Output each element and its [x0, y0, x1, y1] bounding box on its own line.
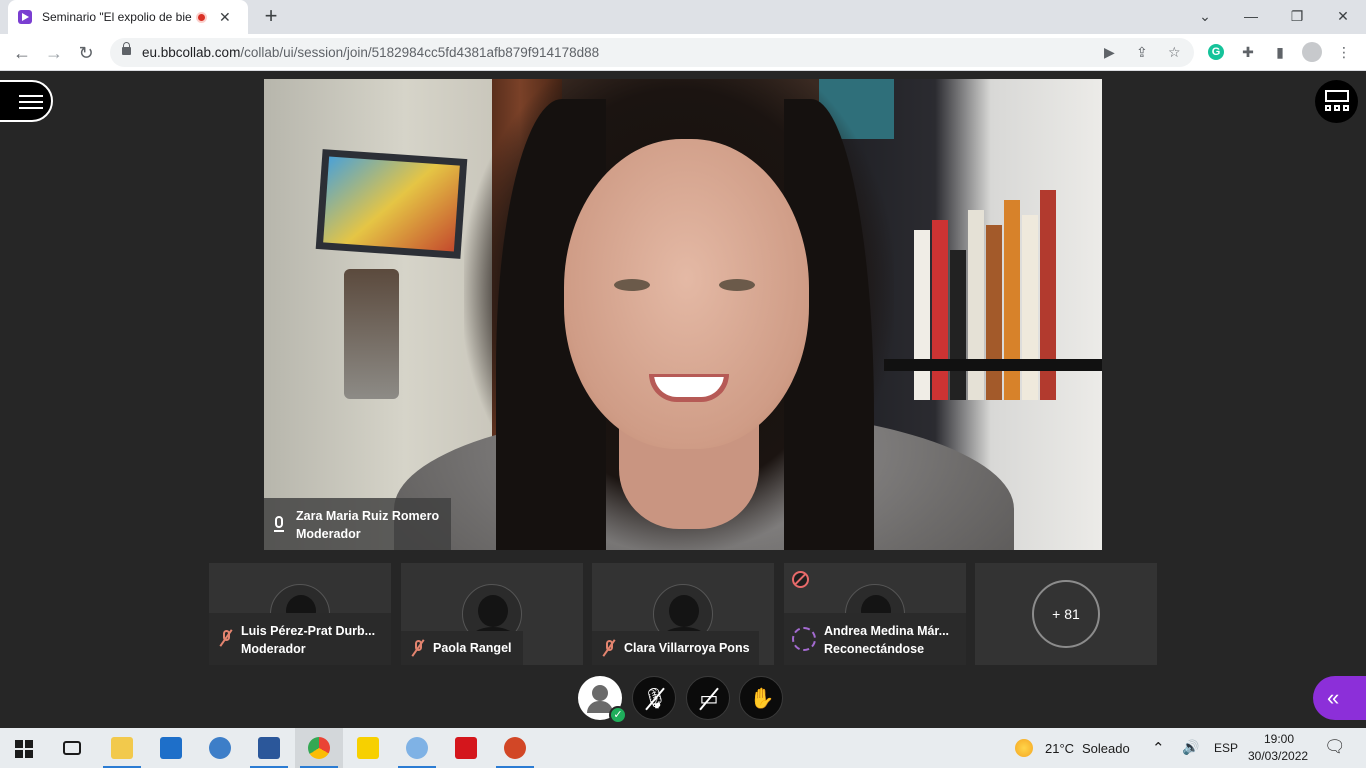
taskbar-powerpoint[interactable]: [491, 728, 539, 768]
reload-icon[interactable]: ↻: [74, 41, 98, 65]
new-tab-button[interactable]: +: [260, 5, 282, 27]
reconnecting-spinner-icon: [792, 627, 816, 651]
participant-name: Andrea Medina Már...: [824, 624, 950, 638]
collaborate-favicon-icon: [18, 10, 32, 24]
task-view-button[interactable]: [48, 728, 96, 768]
lock-icon: [122, 42, 131, 55]
taskbar-chrome[interactable]: [295, 728, 343, 768]
sticky-notes-icon: [357, 737, 379, 759]
microphone-muted-icon: [411, 639, 425, 657]
notifications-icon[interactable]: 🗨: [1324, 737, 1346, 757]
weather-condition[interactable]: Soleado: [1082, 741, 1130, 756]
participant-tile[interactable]: Andrea Medina Már... Reconectándose: [784, 563, 966, 665]
browser-tab[interactable]: Seminario "El expolio de bie ✕: [8, 0, 248, 34]
paint-palette-icon: [406, 737, 428, 759]
extensions-puzzle-icon[interactable]: ✚: [1238, 42, 1258, 62]
speaker-role: Moderador: [296, 527, 361, 541]
more-participants-tile[interactable]: + 81: [975, 563, 1157, 665]
minimize-button[interactable]: —: [1228, 4, 1274, 28]
participant-status: Reconectándose: [824, 642, 925, 656]
browser-menu-icon[interactable]: ⋮: [1334, 42, 1354, 62]
speaker-name-badge: Zara Maria Ruiz Romero Moderador: [264, 498, 451, 550]
layout-switch-button[interactable]: [1315, 80, 1358, 123]
browser-titlebar: Seminario "El expolio de bie ✕ + ⌄ — ❐ ✕: [0, 0, 1366, 34]
raise-hand-button[interactable]: ✋: [739, 676, 783, 720]
globe-icon: [209, 737, 231, 759]
volume-icon[interactable]: 🔊: [1182, 739, 1199, 756]
weather-sun-icon: [1015, 739, 1033, 757]
input-language[interactable]: ESP: [1214, 741, 1238, 755]
main-speaker-video: Zara Maria Ruiz Romero Moderador: [264, 79, 1102, 550]
camera-toggle-button[interactable]: ▭: [686, 676, 730, 720]
weather-temperature[interactable]: 21°C: [1045, 741, 1074, 756]
task-view-icon: [63, 741, 81, 755]
status-available-icon: ✓: [609, 706, 627, 724]
open-collaborate-panel-button[interactable]: «: [1313, 676, 1366, 720]
address-bar[interactable]: eu.bbcollab.com/collab/ui/session/join/5…: [110, 38, 1194, 67]
camera-in-use-icon[interactable]: ▶: [1104, 44, 1115, 61]
restore-button[interactable]: ❐: [1274, 4, 1320, 28]
browser-toolbar: ← → ↻ eu.bbcollab.com/collab/ui/session/…: [0, 34, 1366, 71]
microphone-icon: [274, 516, 284, 532]
acrobat-icon: [455, 737, 477, 759]
participant-tile[interactable]: Clara Villarroya Pons: [592, 563, 774, 665]
tab-search-button[interactable]: ⌄: [1182, 4, 1228, 28]
word-icon: [258, 737, 280, 759]
collaborate-session: Zara Maria Ruiz Romero Moderador Luis Pé…: [0, 71, 1366, 728]
blocked-icon: [792, 571, 809, 588]
bookmark-star-icon[interactable]: ☆: [1168, 44, 1181, 61]
chrome-icon: [308, 737, 330, 759]
back-arrow-icon[interactable]: ←: [10, 41, 34, 65]
share-icon[interactable]: ⇪: [1136, 44, 1148, 61]
tab-close-icon[interactable]: ✕: [219, 9, 231, 26]
close-window-button[interactable]: ✕: [1320, 4, 1366, 28]
side-panel-icon[interactable]: ▮: [1270, 42, 1290, 62]
participant-tile[interactable]: Paola Rangel: [401, 563, 583, 665]
taskbar-word[interactable]: [245, 728, 293, 768]
taskbar-sticky-notes[interactable]: [344, 728, 392, 768]
participant-name: Clara Villarroya Pons: [624, 641, 750, 655]
speaker-name: Zara Maria Ruiz Romero: [296, 509, 440, 523]
magazine-holder: [344, 269, 399, 399]
mail-icon: [160, 737, 182, 759]
powerpoint-icon: [504, 737, 526, 759]
participant-tile[interactable]: Luis Pérez-Prat Durb... Moderador: [209, 563, 391, 665]
wall-painting: [315, 149, 468, 259]
session-menu-button[interactable]: [0, 80, 53, 122]
taskbar-file-explorer[interactable]: [98, 728, 146, 768]
participant-role: Moderador: [241, 642, 306, 656]
speaker-face: [564, 139, 809, 449]
show-hidden-icons-chevron-icon[interactable]: ⌃: [1152, 739, 1165, 757]
my-status-button[interactable]: ✓: [578, 676, 627, 724]
taskbar-paint[interactable]: [393, 728, 441, 768]
profile-avatar-icon[interactable]: [1302, 42, 1322, 62]
hand-icon: ✋: [749, 688, 775, 710]
double-chevron-left-icon: «: [1327, 685, 1340, 710]
clock-date[interactable]: 30/03/2022: [1248, 749, 1308, 763]
taskbar-mail[interactable]: [147, 728, 195, 768]
participant-name: Paola Rangel: [433, 641, 512, 655]
folder-icon: [111, 737, 133, 759]
taskbar-vpn[interactable]: [196, 728, 244, 768]
start-button[interactable]: [0, 728, 48, 768]
clock-time[interactable]: 19:00: [1264, 732, 1294, 746]
recording-indicator-icon: [196, 11, 207, 23]
more-participants-count: + 81: [1032, 580, 1100, 648]
participant-name: Luis Pérez-Prat Durb...: [241, 624, 376, 638]
microphone-toggle-button[interactable]: 🎙: [632, 676, 676, 720]
windows-logo-icon: [15, 740, 33, 758]
forward-arrow-icon[interactable]: →: [42, 41, 66, 65]
windows-taskbar: 21°C Soleado ⌃ 🔊 ESP 19:00 30/03/2022 🗨: [0, 728, 1366, 768]
grammarly-extension-icon[interactable]: G: [1208, 44, 1224, 60]
url-text[interactable]: eu.bbcollab.com/collab/ui/session/join/5…: [142, 45, 599, 60]
taskbar-acrobat[interactable]: [442, 728, 490, 768]
microphone-muted-icon: [219, 629, 233, 647]
microphone-muted-icon: [602, 639, 616, 657]
tab-title: Seminario "El expolio de bie: [42, 10, 192, 24]
